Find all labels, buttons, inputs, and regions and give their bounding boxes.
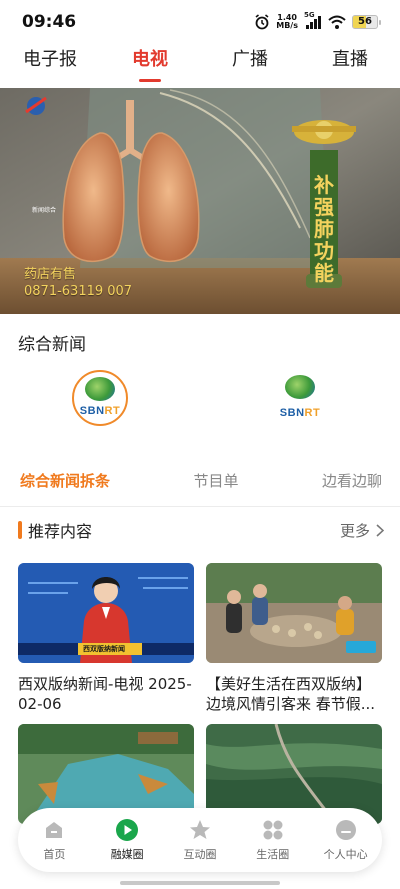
- chevron-right-icon: [376, 523, 384, 537]
- section-title: 综合新闻: [18, 335, 86, 355]
- tab-schedule[interactable]: 节目单: [193, 470, 238, 491]
- nav-life[interactable]: 生活圈: [236, 818, 309, 862]
- tab-radio[interactable]: 广播: [200, 44, 300, 86]
- section-accent-bar: [18, 521, 22, 539]
- home-icon: [42, 818, 66, 842]
- nav-label: 生活圈: [256, 848, 290, 861]
- status-bar: 09:46 1.40 MB/s 5G 56: [0, 0, 400, 44]
- caption-line1: 药店有售: [24, 267, 77, 282]
- play-icon: [115, 818, 139, 842]
- channel-logo-2[interactable]: SBNRT: [272, 370, 328, 426]
- channel-logo-text: SBNRT: [79, 405, 121, 417]
- tab-live[interactable]: 直播: [300, 44, 400, 86]
- nav-label: 融媒圈: [110, 848, 144, 861]
- card-title: 【美好生活在西双版纳】边境风情引客来 春节假...: [206, 675, 376, 713]
- channel-logo-text: SBNRT: [279, 407, 321, 419]
- video-thumbnail: [206, 563, 382, 663]
- nav-home[interactable]: 首页: [18, 818, 91, 862]
- caption-line2: 0871-63119 007: [24, 284, 133, 299]
- sub-tabs: 综合新闻拆条 节目单 边看边聊: [0, 464, 400, 496]
- nav-interact[interactable]: 互动圈: [164, 818, 237, 862]
- nav-profile[interactable]: 个人中心: [309, 818, 382, 862]
- status-time: 09:46: [22, 12, 77, 32]
- home-indicator: [120, 881, 280, 885]
- net-speed: 1.40 MB/s: [276, 14, 298, 30]
- star-icon: [188, 818, 212, 842]
- nav-label: 首页: [43, 848, 66, 861]
- recommend-title: 推荐内容: [28, 522, 93, 541]
- bottom-nav: 首页 融媒圈 互动圈 生活圈 个人中心: [18, 808, 382, 872]
- video-card-news[interactable]: 西双版纳新闻 西双版纳新闻-电视 2025-02-06: [18, 563, 194, 714]
- tab-chat[interactable]: 边看边聊: [322, 470, 382, 491]
- video-player[interactable]: 新闻综合 补强肺功能 药店有售 0871-63119 007: [0, 88, 400, 314]
- video-thumbnail: 西双版纳新闻: [18, 563, 194, 663]
- grid-icon: [261, 818, 285, 842]
- banner-caption: 药店有售 0871-63119 007: [24, 266, 132, 300]
- nav-media[interactable]: 融媒圈: [91, 818, 164, 862]
- thumb-ticker: 西双版纳新闻: [83, 645, 125, 653]
- wifi-icon: [328, 15, 346, 29]
- battery-level: 56: [358, 16, 372, 27]
- nav-label: 互动圈: [183, 848, 217, 861]
- recommend-header: 推荐内容 更多: [18, 518, 384, 542]
- video-card-life[interactable]: 【美好生活在西双版纳】边境风情引客来 春节假...: [206, 563, 382, 714]
- tab-news-clips[interactable]: 综合新闻拆条: [20, 470, 110, 491]
- channel-label: 新闻综合: [32, 207, 57, 214]
- divider: [0, 506, 400, 507]
- tab-e-paper[interactable]: 电子报: [0, 44, 100, 86]
- more-button[interactable]: 更多: [340, 520, 384, 541]
- top-tabs: 电子报 电视 广播 直播: [0, 44, 400, 86]
- net-speed-unit: MB/s: [276, 21, 298, 30]
- status-icons: 1.40 MB/s 5G 56: [254, 11, 381, 30]
- product-text: 补强肺功能: [314, 173, 334, 285]
- globe-logo-icon: [285, 375, 315, 399]
- more-label: 更多: [339, 521, 370, 540]
- channel-logo-1[interactable]: SBNRT: [72, 370, 128, 426]
- cellular-signal-icon: 5G: [304, 11, 322, 30]
- tab-tv[interactable]: 电视: [100, 44, 200, 86]
- card-title: 西双版纳新闻-电视 2025-02-06: [18, 675, 192, 713]
- battery-indicator: 56: [352, 15, 381, 29]
- nav-label: 个人中心: [323, 848, 368, 861]
- alarm-icon: [255, 14, 269, 30]
- globe-logo-icon: [85, 377, 115, 401]
- user-icon: [334, 818, 358, 842]
